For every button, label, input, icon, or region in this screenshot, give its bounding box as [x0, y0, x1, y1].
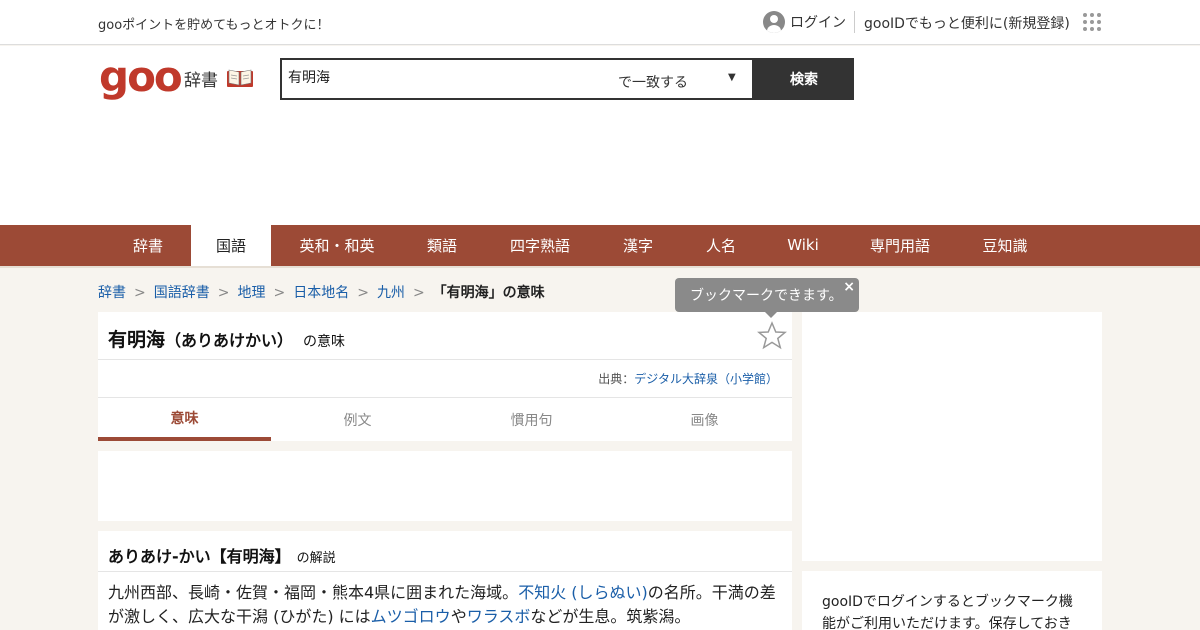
divider — [98, 571, 792, 572]
divider — [98, 359, 792, 360]
definition-link[interactable]: 不知火 (しらぬい) — [518, 583, 648, 602]
category-nav: 辞書 国語 英和・和英 類語 四字熟語 漢字 人名 Wiki 専門用語 豆知識 — [0, 225, 1200, 266]
tab-examples[interactable]: 例文 — [271, 398, 444, 441]
nav-underline — [0, 266, 1200, 268]
book-icon — [227, 69, 253, 87]
tooltip-text: ブックマークできます。 — [690, 288, 843, 304]
breadcrumb: 辞書 > 国語辞書 > 地理 > 日本地名 > 九州 > 「有明海」の意味 — [98, 285, 545, 301]
nav-item-technical[interactable]: 専門用語 — [854, 225, 946, 265]
sidebar-ad-slot — [802, 312, 1102, 561]
entry-heading-suffix: の解説 — [296, 551, 336, 566]
user-icon — [763, 11, 785, 33]
search-mode-select[interactable]: で一致する — [618, 72, 688, 92]
top-bar: gooポイントを貯めてもっとオトクに！ ログイン gooIDでもっと便利に(新規… — [0, 0, 1200, 45]
sidebar-login-notice: gooIDでログインするとブックマーク機能がご利用いただけます。保存しておき — [802, 571, 1102, 630]
definition-link[interactable]: ワラスボ — [467, 607, 531, 626]
goo-logo[interactable]: goo — [99, 52, 183, 101]
register-link[interactable]: gooIDでもっと便利に(新規登録) — [864, 13, 1070, 33]
entry-title-card: 有明海（ありあけかい） の意味 出典：デジタル大辞泉（小学館） 意味 例文 慣用句… — [98, 312, 792, 441]
nav-item-japanese[interactable]: 国語 — [191, 225, 271, 266]
search-box: で一致する ▼ — [280, 58, 754, 100]
bookmark-tooltip: ブックマークできます。 × — [675, 278, 859, 318]
entry-card: ありあけ-かい【有明海】 の解説 九州西部、長崎・佐賀・福岡・熊本4県に囲まれた海… — [98, 531, 792, 630]
nav-item-yoji[interactable]: 四字熟語 — [495, 225, 585, 265]
breadcrumb-item[interactable]: 辞書 — [98, 285, 126, 301]
entry-reading: （ありあけかい） — [165, 331, 294, 350]
page-title: 有明海（ありあけかい） の意味 — [108, 325, 345, 352]
definition-text: などが生息。筑紫潟。 — [530, 607, 691, 626]
login-notice-text: gooIDでログインするとブックマーク機能がご利用いただけます。保存しておき — [822, 594, 1073, 630]
header: goo 辞書 で一致する ▼ 検索 — [0, 46, 1200, 225]
ad-slot — [98, 451, 792, 521]
source-line: 出典：デジタル大辞泉（小学館） — [598, 370, 778, 387]
tab-images[interactable]: 画像 — [618, 398, 791, 441]
breadcrumb-current: 「有明海」の意味 — [432, 285, 545, 301]
entry-title: 有明海 — [108, 329, 166, 351]
entry-definition: 九州西部、長崎・佐賀・福岡・熊本4県に囲まれた海域。不知火 (しらぬい)の名所。… — [108, 581, 784, 629]
login-label: ログイン — [790, 15, 846, 31]
source-label: 出典： — [598, 372, 635, 386]
nav-item-wiki[interactable]: Wiki — [770, 225, 836, 265]
search-input[interactable] — [288, 69, 608, 85]
nav-item-thesaurus[interactable]: 類語 — [405, 225, 479, 265]
divider — [854, 11, 855, 33]
points-promo-link[interactable]: gooポイントを貯めてもっとオトクに！ — [98, 14, 330, 33]
dictionary-label[interactable]: 辞書 — [184, 66, 218, 91]
breadcrumb-item[interactable]: 九州 — [377, 285, 405, 301]
nav-item-english[interactable]: 英和・和英 — [285, 225, 389, 265]
entry-headword: ありあけ-かい【有明海】 — [108, 547, 291, 566]
breadcrumb-item[interactable]: 地理 — [237, 285, 265, 301]
nav-item-kanji[interactable]: 漢字 — [603, 225, 673, 265]
breadcrumb-item[interactable]: 日本地名 — [293, 285, 349, 301]
bookmark-star-icon[interactable] — [756, 320, 788, 352]
entry-heading: ありあけ-かい【有明海】 の解説 — [108, 543, 336, 567]
apps-grid-icon[interactable] — [1083, 13, 1101, 31]
breadcrumb-item[interactable]: 国語辞書 — [154, 285, 210, 301]
definition-text: や — [450, 607, 467, 626]
login-link[interactable]: ログイン — [763, 11, 846, 33]
nav-item-trivia[interactable]: 豆知識 — [966, 225, 1044, 265]
source-link[interactable]: デジタル大辞泉（小学館） — [634, 372, 778, 386]
nav-item-names[interactable]: 人名 — [686, 225, 756, 265]
definition-text: 九州西部、長崎・佐賀・福岡・熊本4県に囲まれた海域。 — [108, 583, 519, 602]
title-suffix: の意味 — [303, 334, 346, 350]
tab-meaning[interactable]: 意味 — [98, 398, 271, 441]
definition-link[interactable]: ムツゴロウ — [371, 607, 451, 626]
tab-idioms[interactable]: 慣用句 — [445, 398, 618, 441]
search-button[interactable]: 検索 — [754, 58, 854, 100]
nav-item-dictionary[interactable]: 辞書 — [113, 225, 183, 265]
caret-down-icon[interactable]: ▼ — [728, 72, 736, 83]
close-icon[interactable]: × — [843, 279, 855, 295]
